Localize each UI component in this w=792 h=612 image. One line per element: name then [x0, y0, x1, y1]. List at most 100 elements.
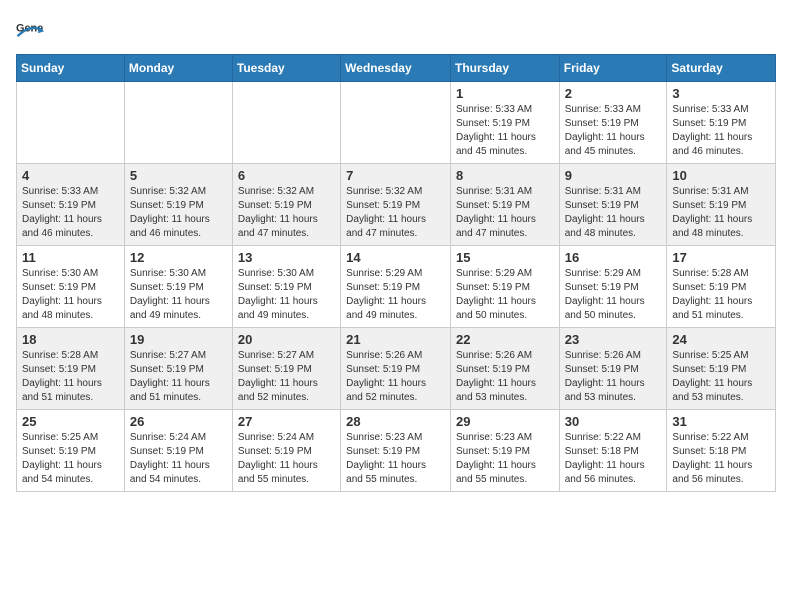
day-header-tuesday: Tuesday — [232, 55, 340, 82]
calendar-cell: 2 Sunrise: 5:33 AM Sunset: 5:19 PM Daylig… — [559, 82, 667, 164]
day-number: 10 — [672, 168, 770, 183]
day-info: Sunrise: 5:26 AM Sunset: 5:19 PM Dayligh… — [346, 349, 445, 405]
day-info: Sunrise: 5:30 AM Sunset: 5:19 PM Dayligh… — [238, 267, 335, 323]
day-info: Sunrise: 5:22 AM Sunset: 5:18 PM Dayligh… — [672, 431, 770, 487]
calendar-header-row: SundayMondayTuesdayWednesdayThursdayFrid… — [17, 55, 776, 82]
calendar-cell: 25 Sunrise: 5:25 AM Sunset: 5:19 PM Dayli… — [17, 410, 125, 492]
day-info: Sunrise: 5:24 AM Sunset: 5:19 PM Dayligh… — [130, 431, 227, 487]
day-number: 22 — [456, 332, 554, 347]
calendar-cell: 24 Sunrise: 5:25 AM Sunset: 5:19 PM Dayli… — [667, 328, 776, 410]
day-number: 8 — [456, 168, 554, 183]
calendar-cell: 18Sunrise: 5:28 AM Sunset: 5:19 PM Dayli… — [17, 328, 125, 410]
day-info: Sunrise: 5:29 AM Sunset: 5:19 PM Dayligh… — [346, 267, 445, 323]
calendar-cell: 28 Sunrise: 5:23 AM Sunset: 5:19 PM Dayli… — [341, 410, 451, 492]
page-header: General — [16, 16, 776, 44]
calendar-cell — [17, 82, 125, 164]
day-info: Sunrise: 5:33 AM Sunset: 5:19 PM Dayligh… — [22, 185, 119, 241]
day-info: Sunrise: 5:26 AM Sunset: 5:19 PM Dayligh… — [456, 349, 554, 405]
day-info: Sunrise: 5:33 AM Sunset: 5:19 PM Dayligh… — [456, 103, 554, 159]
day-info: Sunrise: 5:30 AM Sunset: 5:19 PM Dayligh… — [130, 267, 227, 323]
calendar-cell: 5 Sunrise: 5:32 AM Sunset: 5:19 PM Daylig… — [124, 164, 232, 246]
calendar-cell: 10 Sunrise: 5:31 AM Sunset: 5:19 PM Dayli… — [667, 164, 776, 246]
calendar-cell: 20Sunrise: 5:27 AM Sunset: 5:19 PM Dayli… — [232, 328, 340, 410]
calendar-cell: 12 Sunrise: 5:30 AM Sunset: 5:19 PM Dayli… — [124, 246, 232, 328]
day-info: Sunrise: 5:24 AM Sunset: 5:19 PM Dayligh… — [238, 431, 335, 487]
day-info: Sunrise: 5:31 AM Sunset: 5:19 PM Dayligh… — [565, 185, 662, 241]
calendar-table: SundayMondayTuesdayWednesdayThursdayFrid… — [16, 54, 776, 492]
day-number: 16 — [565, 250, 662, 265]
day-info: Sunrise: 5:23 AM Sunset: 5:19 PM Dayligh… — [456, 431, 554, 487]
day-number: 19 — [130, 332, 227, 347]
calendar-cell: 15 Sunrise: 5:29 AM Sunset: 5:19 PM Dayli… — [450, 246, 559, 328]
day-info: Sunrise: 5:25 AM Sunset: 5:19 PM Dayligh… — [22, 431, 119, 487]
day-number: 12 — [130, 250, 227, 265]
calendar-cell: 19 Sunrise: 5:27 AM Sunset: 5:19 PM Dayli… — [124, 328, 232, 410]
day-info: Sunrise: 5:32 AM Sunset: 5:19 PM Dayligh… — [130, 185, 227, 241]
calendar-cell: 4 Sunrise: 5:33 AM Sunset: 5:19 PM Daylig… — [17, 164, 125, 246]
calendar-cell: 26Sunrise: 5:24 AM Sunset: 5:19 PM Dayli… — [124, 410, 232, 492]
calendar-cell: 13 Sunrise: 5:30 AM Sunset: 5:19 PM Dayli… — [232, 246, 340, 328]
day-info: Sunrise: 5:25 AM Sunset: 5:19 PM Dayligh… — [672, 349, 770, 405]
calendar-week-2: 4 Sunrise: 5:33 AM Sunset: 5:19 PM Daylig… — [17, 164, 776, 246]
day-info: Sunrise: 5:33 AM Sunset: 5:19 PM Dayligh… — [672, 103, 770, 159]
calendar-cell: 6 Sunrise: 5:32 AM Sunset: 5:19 PM Daylig… — [232, 164, 340, 246]
calendar-cell — [341, 82, 451, 164]
day-number: 24 — [672, 332, 770, 347]
day-number: 4 — [22, 168, 119, 183]
calendar-cell: 3 Sunrise: 5:33 AM Sunset: 5:19 PM Daylig… — [667, 82, 776, 164]
day-info: Sunrise: 5:30 AM Sunset: 5:19 PM Dayligh… — [22, 267, 119, 323]
day-info: Sunrise: 5:27 AM Sunset: 5:19 PM Dayligh… — [130, 349, 227, 405]
day-header-friday: Friday — [559, 55, 667, 82]
day-number: 2 — [565, 86, 662, 101]
day-number: 11 — [22, 250, 119, 265]
day-number: 6 — [238, 168, 335, 183]
day-info: Sunrise: 5:31 AM Sunset: 5:19 PM Dayligh… — [456, 185, 554, 241]
day-info: Sunrise: 5:32 AM Sunset: 5:19 PM Dayligh… — [238, 185, 335, 241]
day-number: 30 — [565, 414, 662, 429]
calendar-cell: 23 Sunrise: 5:26 AM Sunset: 5:19 PM Dayli… — [559, 328, 667, 410]
day-info: Sunrise: 5:29 AM Sunset: 5:19 PM Dayligh… — [456, 267, 554, 323]
day-info: Sunrise: 5:29 AM Sunset: 5:19 PM Dayligh… — [565, 267, 662, 323]
day-number: 28 — [346, 414, 445, 429]
day-number: 17 — [672, 250, 770, 265]
day-header-monday: Monday — [124, 55, 232, 82]
calendar-cell: 30 Sunrise: 5:22 AM Sunset: 5:18 PM Dayli… — [559, 410, 667, 492]
day-number: 7 — [346, 168, 445, 183]
calendar-cell: 21Sunrise: 5:26 AM Sunset: 5:19 PM Dayli… — [341, 328, 451, 410]
day-number: 25 — [22, 414, 119, 429]
day-number: 5 — [130, 168, 227, 183]
calendar-cell: 31 Sunrise: 5:22 AM Sunset: 5:18 PM Dayli… — [667, 410, 776, 492]
day-header-thursday: Thursday — [450, 55, 559, 82]
calendar-cell: 17Sunrise: 5:28 AM Sunset: 5:19 PM Dayli… — [667, 246, 776, 328]
day-info: Sunrise: 5:23 AM Sunset: 5:19 PM Dayligh… — [346, 431, 445, 487]
day-info: Sunrise: 5:32 AM Sunset: 5:19 PM Dayligh… — [346, 185, 445, 241]
day-header-saturday: Saturday — [667, 55, 776, 82]
calendar-cell: 16 Sunrise: 5:29 AM Sunset: 5:19 PM Dayli… — [559, 246, 667, 328]
calendar-cell: 27 Sunrise: 5:24 AM Sunset: 5:19 PM Dayli… — [232, 410, 340, 492]
calendar-cell: 8 Sunrise: 5:31 AM Sunset: 5:19 PM Daylig… — [450, 164, 559, 246]
day-number: 15 — [456, 250, 554, 265]
calendar-cell: 14 Sunrise: 5:29 AM Sunset: 5:19 PM Dayli… — [341, 246, 451, 328]
calendar-cell — [232, 82, 340, 164]
day-info: Sunrise: 5:31 AM Sunset: 5:19 PM Dayligh… — [672, 185, 770, 241]
day-info: Sunrise: 5:33 AM Sunset: 5:19 PM Dayligh… — [565, 103, 662, 159]
calendar-week-3: 11 Sunrise: 5:30 AM Sunset: 5:19 PM Dayli… — [17, 246, 776, 328]
day-info: Sunrise: 5:22 AM Sunset: 5:18 PM Dayligh… — [565, 431, 662, 487]
day-info: Sunrise: 5:26 AM Sunset: 5:19 PM Dayligh… — [565, 349, 662, 405]
day-header-sunday: Sunday — [17, 55, 125, 82]
calendar-week-1: 1 Sunrise: 5:33 AM Sunset: 5:19 PM Daylig… — [17, 82, 776, 164]
day-number: 14 — [346, 250, 445, 265]
calendar-cell: 29 Sunrise: 5:23 AM Sunset: 5:19 PM Dayli… — [450, 410, 559, 492]
logo: General — [16, 16, 48, 44]
day-number: 27 — [238, 414, 335, 429]
day-number: 3 — [672, 86, 770, 101]
day-number: 23 — [565, 332, 662, 347]
day-number: 29 — [456, 414, 554, 429]
day-number: 13 — [238, 250, 335, 265]
calendar-cell: 11 Sunrise: 5:30 AM Sunset: 5:19 PM Dayli… — [17, 246, 125, 328]
day-number: 9 — [565, 168, 662, 183]
day-number: 1 — [456, 86, 554, 101]
calendar-cell: 1 Sunrise: 5:33 AM Sunset: 5:19 PM Daylig… — [450, 82, 559, 164]
day-header-wednesday: Wednesday — [341, 55, 451, 82]
day-number: 31 — [672, 414, 770, 429]
